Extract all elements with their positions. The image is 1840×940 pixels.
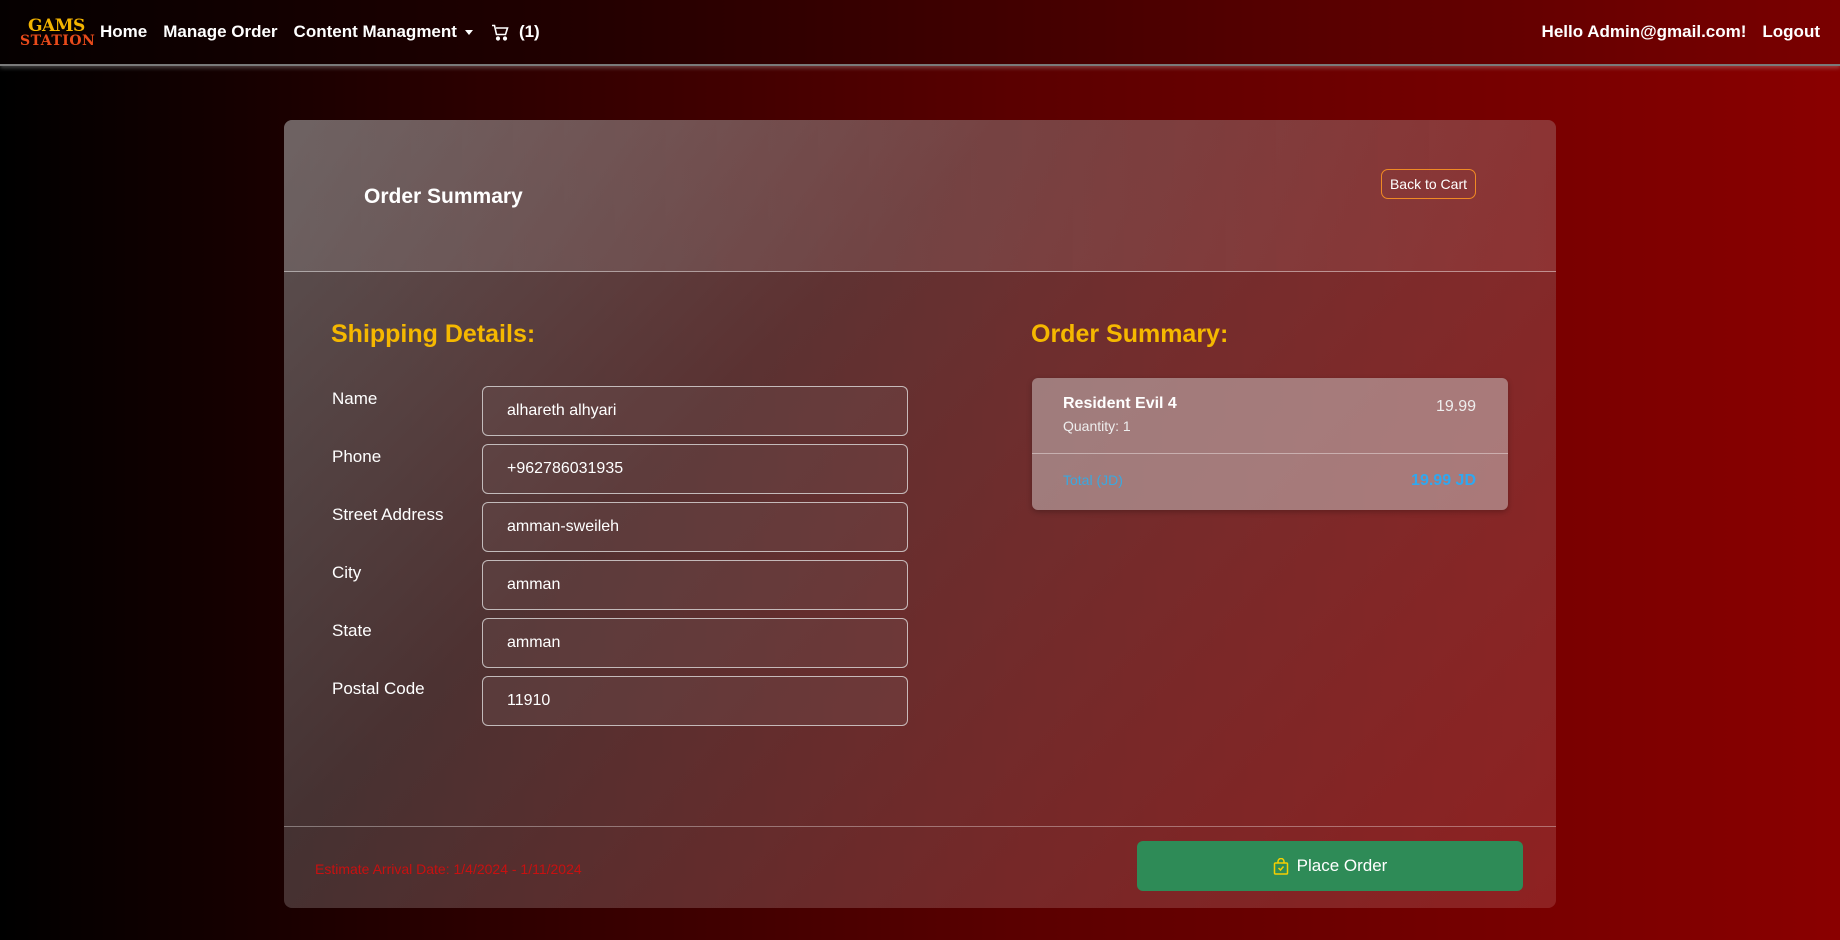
nav-content-management-dropdown[interactable]: Content Managment [294,22,473,42]
order-summary-box: Resident Evil 4 Quantity: 1 19.99 Total … [1032,378,1508,510]
logout-link[interactable]: Logout [1762,22,1820,42]
order-summary-title: Order Summary: [1031,320,1229,348]
item-quantity: Quantity: 1 [1063,418,1131,434]
estimated-arrival-text: Estimate Arrival Date: 1/4/2024 - 1/11/2… [315,861,582,877]
phone-label: Phone [332,447,382,466]
back-to-cart-button[interactable]: Back to Cart [1380,169,1476,199]
postal-code-label: Postal Code [332,679,425,698]
postal-code-input[interactable] [482,676,908,726]
place-order-label: Place Order [1296,856,1388,875]
shipping-details-title: Shipping Details: [331,320,536,348]
city-input[interactable] [482,560,908,610]
nav-content-management-label: Content Managment [293,22,457,41]
place-order-button[interactable]: Place Order [1137,841,1523,891]
nav-manage-order-link[interactable]: Manage Order [163,22,277,42]
state-input[interactable] [482,618,908,668]
caret-down-icon [464,29,473,35]
brand-logo[interactable]: GAMS STATION [20,12,95,52]
logo-text-bottom: STATION [20,33,96,49]
card-footer: Estimate Arrival Date: 1/4/2024 - 1/11/2… [284,826,1556,908]
city-label: City [332,563,362,582]
item-name: Resident Evil 4 [1063,395,1177,412]
cart-icon [491,24,509,41]
nav-home-link[interactable]: Home [100,22,147,42]
list-item: Resident Evil 4 Quantity: 1 19.99 [1032,378,1508,454]
shopping-bag-icon [1273,857,1288,875]
page-title: Order Summary [364,185,523,208]
total-value: 19.99 JD [1411,472,1476,489]
state-label: State [332,621,372,640]
name-label: Name [332,389,378,408]
cart-count: (1) [518,22,540,41]
user-greeting: Hello Admin@gmail.com! [1541,22,1747,41]
street-address-input[interactable] [482,502,908,552]
name-input[interactable] [482,386,908,436]
street-address-label: Street Address [332,505,444,524]
nav-user-area: Hello Admin@gmail.com! Logout [1542,22,1820,42]
total-label: Total (JD) [1063,472,1123,488]
order-card: Order Summary Back to Cart Shipping Deta… [284,120,1556,908]
phone-input[interactable] [482,444,908,494]
navbar: GAMS STATION Home Manage Order Content M… [0,0,1840,66]
cart-link[interactable]: (1) [491,22,540,42]
card-header: Order Summary Back to Cart [284,120,1556,272]
item-price: 19.99 [1435,398,1476,415]
